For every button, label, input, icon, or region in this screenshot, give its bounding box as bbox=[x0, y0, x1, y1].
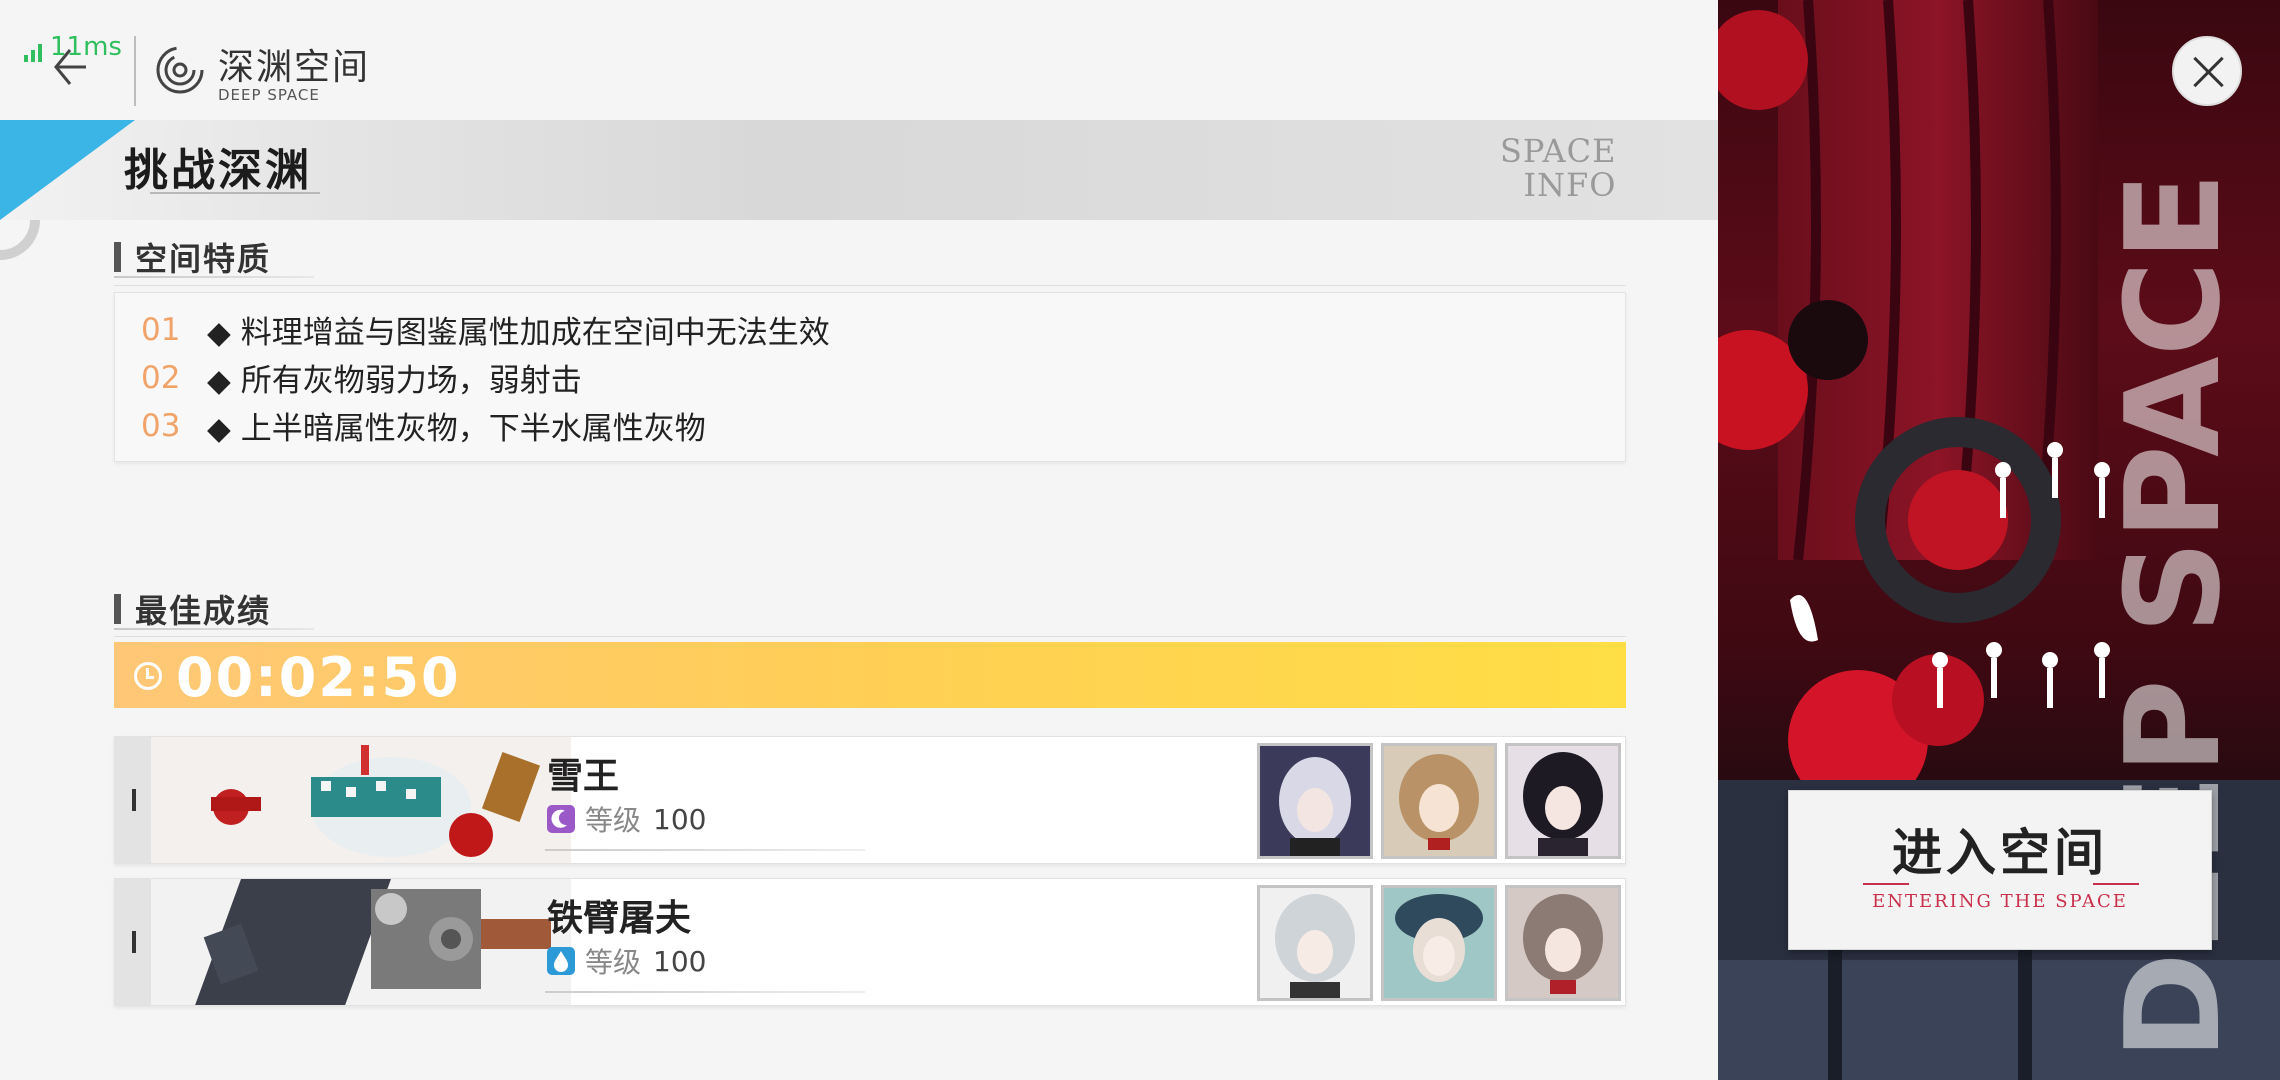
page-title: 深渊空间 bbox=[218, 47, 371, 88]
best-time-bar: 00:02:50 bbox=[114, 642, 1626, 709]
arrow-decoration bbox=[2093, 883, 2139, 885]
team-underline bbox=[545, 991, 865, 993]
arrow-decoration bbox=[1863, 883, 1909, 885]
clock-icon bbox=[134, 662, 162, 690]
character-portrait[interactable] bbox=[1381, 743, 1497, 859]
team-underline bbox=[545, 849, 865, 851]
team-row[interactable]: 雪王 等级 100 bbox=[114, 736, 1626, 864]
team-tab bbox=[115, 737, 151, 863]
traits-rule bbox=[114, 285, 1626, 286]
team-name: 雪王 bbox=[547, 755, 620, 797]
boss-art bbox=[151, 879, 571, 1005]
back-arrow-icon bbox=[54, 49, 86, 85]
team-name: 铁臂屠夫 bbox=[547, 897, 692, 939]
back-button[interactable] bbox=[48, 40, 102, 94]
character-portrait[interactable] bbox=[1505, 743, 1621, 859]
banner-accent bbox=[0, 120, 135, 220]
traits-heading: 空间特质 bbox=[114, 234, 271, 280]
enter-space-label: 进入空间 bbox=[1892, 823, 2108, 882]
character-portrait[interactable] bbox=[1257, 885, 1373, 1001]
banner-underline bbox=[150, 192, 320, 194]
header-divider bbox=[134, 36, 136, 106]
traits-heading-underline bbox=[114, 276, 314, 278]
team-portraits bbox=[1257, 743, 1621, 859]
boss-art bbox=[151, 737, 571, 863]
team-row[interactable]: 铁臂屠夫 等级 100 bbox=[114, 878, 1626, 1006]
deep-space-logo-icon bbox=[154, 44, 206, 96]
team-tab bbox=[115, 879, 151, 1005]
moon-icon bbox=[547, 805, 575, 833]
space-info-label: SPACE INFO bbox=[1500, 134, 1616, 202]
challenge-panel: 11ms 深渊空间 DEEP SPACE 挑战深渊 SPACE INFO 空间特… bbox=[0, 0, 1718, 1080]
trait-item: 01 ◆ 料理增益与图鉴属性加成在空间中无法生效 bbox=[141, 311, 830, 352]
best-time: 00:02:50 bbox=[176, 646, 461, 709]
close-button[interactable] bbox=[2172, 36, 2242, 106]
trait-item: 02 ◆ 所有灰物弱力场，弱射击 bbox=[141, 359, 582, 400]
space-info-line1: SPACE bbox=[1500, 132, 1617, 170]
team-portraits bbox=[1257, 885, 1621, 1001]
enter-space-sublabel: ENTERING THE SPACE bbox=[1872, 891, 2128, 912]
water-drop-icon bbox=[547, 947, 575, 975]
trait-item: 03 ◆ 上半暗属性灰物，下半水属性灰物 bbox=[141, 407, 706, 448]
page-subtitle: DEEP SPACE bbox=[218, 86, 320, 104]
traits-box: 01 ◆ 料理增益与图鉴属性加成在空间中无法生效 02 ◆ 所有灰物弱力场，弱射… bbox=[114, 292, 1626, 462]
character-portrait[interactable] bbox=[1381, 885, 1497, 1001]
team-level: 等级 100 bbox=[547, 941, 706, 981]
enter-space-button[interactable]: 进入空间 ENTERING THE SPACE bbox=[1788, 790, 2212, 950]
space-info-line2: INFO bbox=[1523, 166, 1617, 204]
best-heading-underline bbox=[114, 628, 314, 630]
best-rule bbox=[114, 636, 1626, 637]
character-portrait[interactable] bbox=[1257, 743, 1373, 859]
team-level: 等级 100 bbox=[547, 799, 706, 839]
signal-icon bbox=[24, 44, 42, 62]
character-portrait[interactable] bbox=[1505, 885, 1621, 1001]
best-heading: 最佳成绩 bbox=[114, 586, 271, 632]
banner-title: 挑战深渊 bbox=[124, 145, 312, 196]
